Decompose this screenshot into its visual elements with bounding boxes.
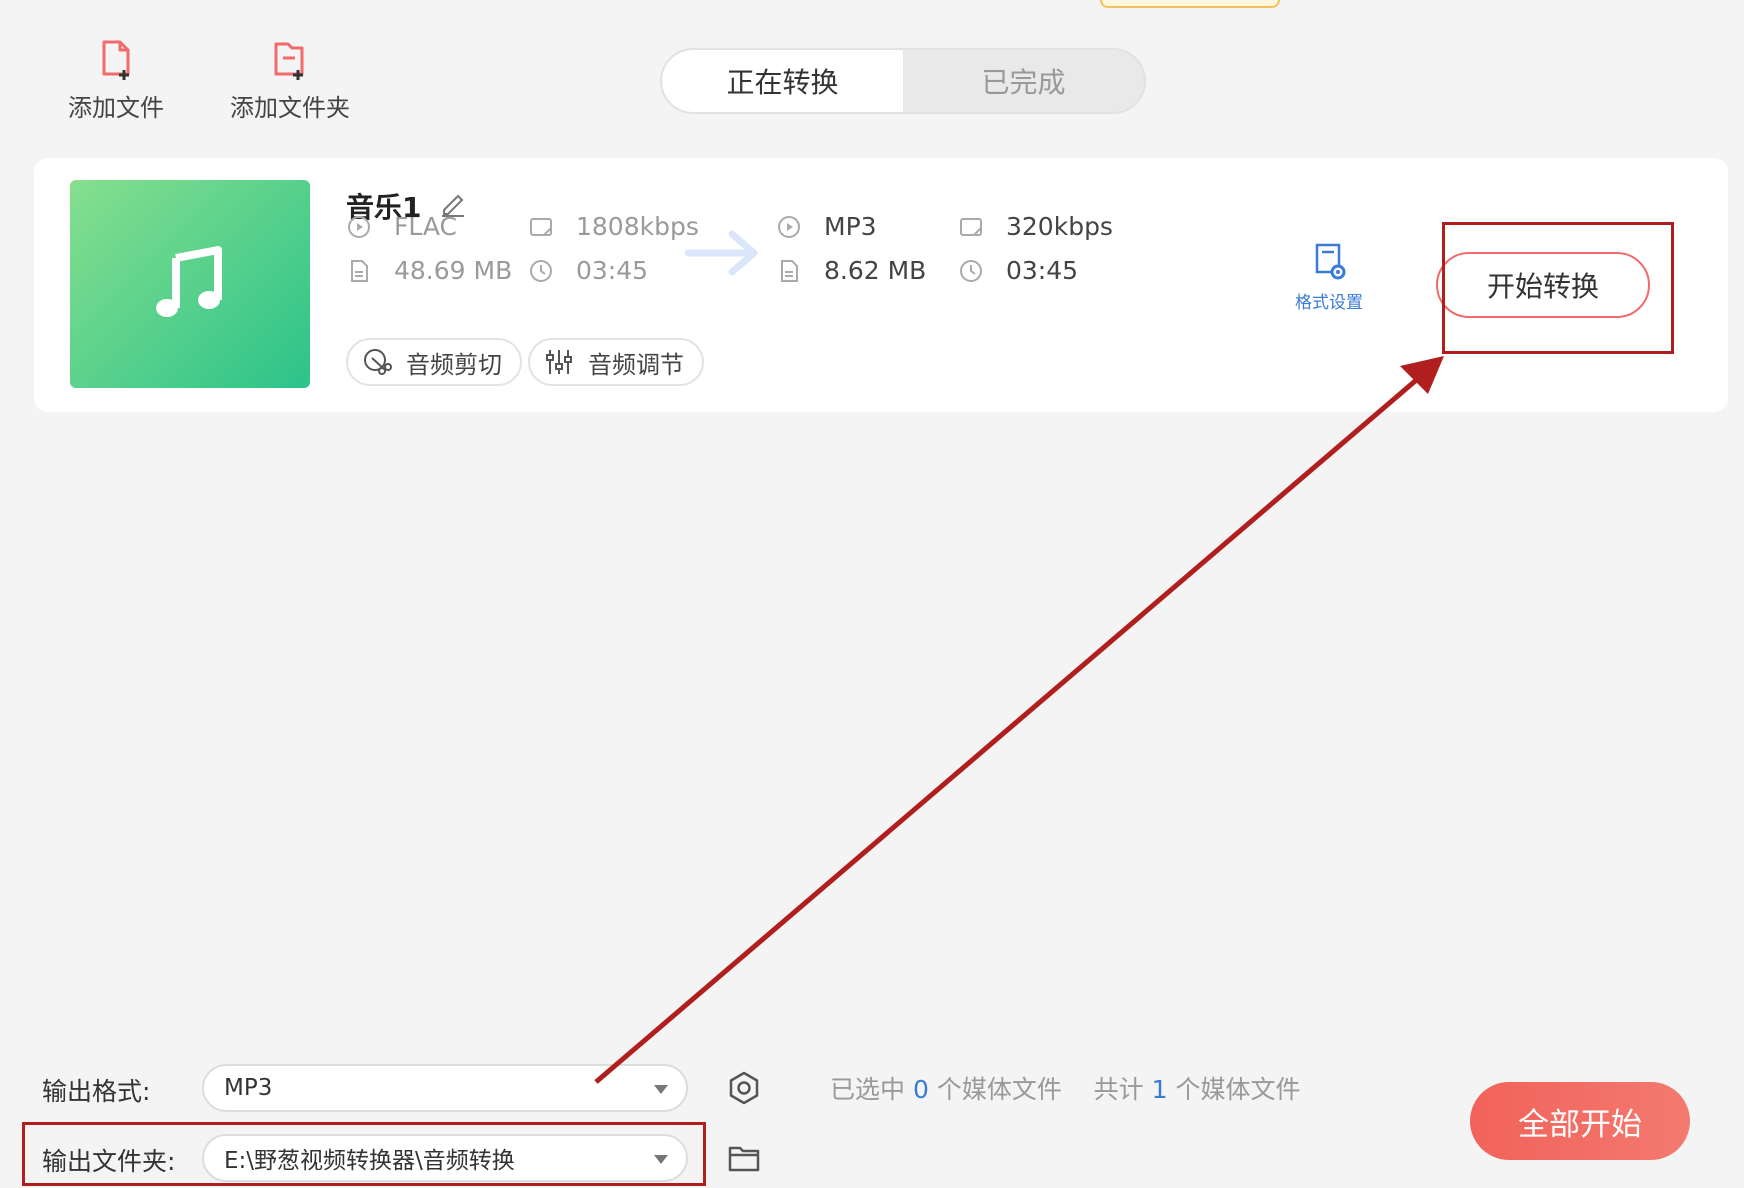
annotation-arrow — [594, 356, 1444, 1084]
